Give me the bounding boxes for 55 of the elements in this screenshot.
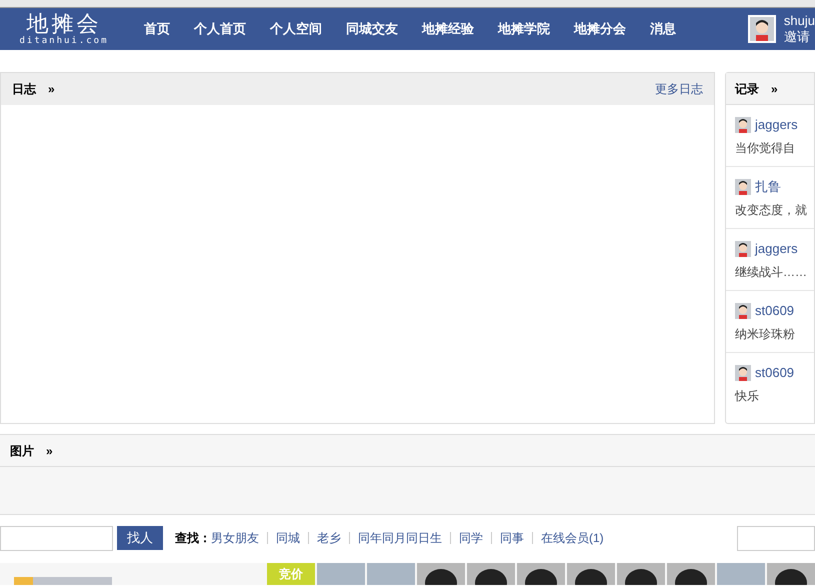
nav-link[interactable]: 首页 bbox=[144, 19, 170, 39]
record-text: 快乐 bbox=[735, 388, 760, 404]
nav-link[interactable]: 地摊分会 bbox=[574, 19, 626, 39]
user-link[interactable]: jaggers bbox=[755, 115, 798, 134]
avatar-icon bbox=[735, 302, 751, 319]
arrow-text: » bbox=[771, 80, 778, 98]
avatar-icon bbox=[735, 116, 751, 133]
find-link[interactable]: 男女朋友 bbox=[211, 529, 259, 547]
user-link[interactable]: jaggers bbox=[755, 239, 798, 258]
user-link[interactable]: st0609 bbox=[755, 363, 794, 382]
find-link[interactable]: 同事 bbox=[500, 529, 524, 547]
search-field[interactable] bbox=[0, 526, 113, 550]
avatar-icon bbox=[735, 178, 751, 195]
find-link[interactable]: 同城 bbox=[276, 529, 300, 547]
arrow-text: » bbox=[46, 442, 53, 460]
find-link[interactable]: 同年同月同日生 bbox=[358, 529, 442, 547]
avatar-icon[interactable] bbox=[767, 563, 815, 585]
record-text: 纳米珍珠粉 bbox=[735, 326, 796, 342]
avatar-icon[interactable] bbox=[517, 563, 565, 585]
avatar-icon[interactable] bbox=[567, 563, 615, 585]
bid-tag: 竞价 bbox=[267, 563, 315, 585]
more-link[interactable]: 更多日志 bbox=[655, 80, 703, 98]
avatar-icon bbox=[750, 17, 774, 41]
avatar-icon bbox=[735, 240, 751, 257]
nav-link[interactable]: 同城交友 bbox=[346, 19, 398, 39]
avatar-icon[interactable] bbox=[617, 563, 665, 585]
nav-link[interactable]: 地摊学院 bbox=[498, 19, 550, 39]
nav-link[interactable]: 个人首页 bbox=[194, 19, 246, 39]
avatar-icon[interactable] bbox=[467, 563, 515, 585]
tab-marker bbox=[14, 577, 33, 585]
panel-title: 日志 bbox=[12, 81, 36, 98]
find-label: 查找： bbox=[175, 530, 211, 547]
nav-link[interactable]: 消息 bbox=[650, 19, 676, 39]
logo-title[interactable]: 地摊会 bbox=[26, 12, 102, 34]
find-link[interactable]: 在线会员(1) bbox=[541, 529, 604, 547]
record-text: 改变态度，就 bbox=[735, 202, 805, 218]
panel-title: 记录 bbox=[735, 80, 759, 98]
arrow-text: » bbox=[48, 81, 55, 98]
nav-link[interactable]: 地摊经验 bbox=[422, 19, 474, 39]
record-text: 继续战斗…… bbox=[735, 264, 805, 280]
invite-link[interactable]: 邀请 bbox=[784, 29, 815, 45]
search-field[interactable] bbox=[737, 526, 815, 550]
avatar-icon bbox=[735, 364, 751, 381]
nav-link[interactable]: 个人空间 bbox=[270, 19, 322, 39]
user-link[interactable]: st0609 bbox=[755, 301, 794, 320]
user-name[interactable]: shuju bbox=[784, 13, 815, 29]
find-button[interactable]: 找人 bbox=[117, 526, 163, 550]
panel-title: 图片 bbox=[10, 442, 34, 460]
avatar-icon[interactable] bbox=[667, 563, 715, 585]
find-link[interactable]: 同学 bbox=[459, 529, 483, 547]
find-link[interactable]: 老乡 bbox=[317, 529, 341, 547]
logo-domain: ditanhui.com bbox=[19, 36, 109, 46]
record-text: 当你觉得自 bbox=[735, 140, 796, 156]
user-link[interactable]: 扎鲁 bbox=[755, 177, 781, 196]
avatar-icon[interactable] bbox=[417, 563, 465, 585]
